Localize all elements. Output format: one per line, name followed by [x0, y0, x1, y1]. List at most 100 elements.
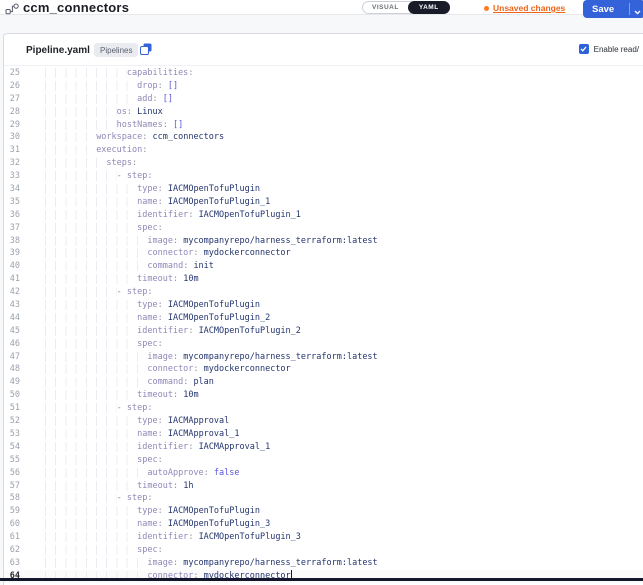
code-line-53[interactable]: 53 name: IACMApproval_1: [4, 428, 643, 441]
toggle-yaml[interactable]: YAML: [408, 1, 450, 14]
line-number: 56: [4, 467, 20, 480]
code-line-32[interactable]: 32 steps:: [4, 157, 643, 170]
line-number: 54: [4, 441, 20, 454]
chevron-down-icon[interactable]: [634, 7, 641, 18]
line-number: 49: [4, 376, 20, 389]
code-line-64[interactable]: 64 connector: mydockerconnector: [4, 570, 643, 583]
code-line-42[interactable]: 42 - step:: [4, 286, 643, 299]
line-number: 33: [4, 170, 20, 183]
line-number: 61: [4, 531, 20, 544]
code-line-51[interactable]: 51 - step:: [4, 402, 643, 415]
line-number: 44: [4, 312, 20, 325]
line-number: 53: [4, 428, 20, 441]
code-line-57[interactable]: 57 timeout: 1h: [4, 480, 643, 493]
code-line-44[interactable]: 44 name: IACMOpenTofuPlugin_2: [4, 312, 643, 325]
line-number: 37: [4, 222, 20, 235]
line-number: 26: [4, 80, 20, 93]
code-line-39[interactable]: 39 connector: mydockerconnector: [4, 247, 643, 260]
code-line-29[interactable]: 29 hostNames: []: [4, 119, 643, 132]
code-line-62[interactable]: 62 spec:: [4, 544, 643, 557]
code-line-26[interactable]: 26 drop: []: [4, 80, 643, 93]
enable-readwrite-label: Enable read/: [594, 45, 639, 54]
code-line-27[interactable]: 27 add: []: [4, 93, 643, 106]
code-line-59[interactable]: 59 type: IACMOpenTofuPlugin: [4, 505, 643, 518]
line-number: 41: [4, 273, 20, 286]
line-number: 27: [4, 93, 20, 106]
line-number: 38: [4, 235, 20, 248]
code-line-28[interactable]: 28 os: Linux: [4, 106, 643, 119]
file-name: Pipeline.yaml: [26, 45, 90, 56]
line-number: 47: [4, 351, 20, 364]
code-line-33[interactable]: 33 - step:: [4, 170, 643, 183]
yaml-editor-card: Pipeline.yaml Pipelines Enable read/ 25: [3, 33, 643, 585]
line-number: 43: [4, 299, 20, 312]
code-line-56[interactable]: 56 autoApprove: false: [4, 467, 643, 480]
enable-readwrite-control: Enable read/: [579, 44, 639, 54]
line-number: 29: [4, 119, 20, 132]
unsaved-changes-label[interactable]: Unsaved changes: [493, 3, 565, 13]
save-button[interactable]: Save: [583, 0, 643, 18]
line-number: 58: [4, 492, 20, 505]
code-line-35[interactable]: 35 name: IACMOpenTofuPlugin_1: [4, 196, 643, 209]
line-number: 30: [4, 131, 20, 144]
copy-button[interactable]: [140, 43, 152, 58]
code-line-43[interactable]: 43 type: IACMOpenTofuPlugin: [4, 299, 643, 312]
code-line-46[interactable]: 46 spec:: [4, 338, 643, 351]
unsaved-changes-link[interactable]: Unsaved changes: [484, 3, 565, 13]
visual-yaml-toggle[interactable]: VISUAL YAML: [362, 1, 450, 14]
line-number: 32: [4, 157, 20, 170]
line-number: 64: [4, 570, 20, 583]
code-line-38[interactable]: 38 image: mycompanyrepo/harness_terrafor…: [4, 235, 643, 248]
enable-readwrite-checkbox[interactable]: [579, 44, 589, 54]
line-number: 40: [4, 260, 20, 273]
code-line-41[interactable]: 41 timeout: 10m: [4, 273, 643, 286]
line-number: 60: [4, 518, 20, 531]
code-line-48[interactable]: 48 connector: mydockerconnector: [4, 363, 643, 376]
orange-dot-icon: [484, 6, 489, 11]
save-button-divider: [629, 3, 630, 15]
code-line-31[interactable]: 31 execution:: [4, 144, 643, 157]
code-line-61[interactable]: 61 identifier: IACMOpenTofuPlugin_3: [4, 531, 643, 544]
code-line-58[interactable]: 58 - step:: [4, 492, 643, 505]
page-title: ccm_connectors: [23, 0, 129, 15]
toggle-visual[interactable]: VISUAL: [363, 4, 408, 11]
save-button-label[interactable]: Save: [583, 4, 614, 15]
code-line-55[interactable]: 55 spec:: [4, 454, 643, 467]
line-number: 42: [4, 286, 20, 299]
line-number: 48: [4, 363, 20, 376]
line-number: 45: [4, 325, 20, 338]
editor-header: Pipeline.yaml Pipelines Enable read/: [4, 34, 643, 66]
code-line-52[interactable]: 52 type: IACMApproval: [4, 415, 643, 428]
line-number: 55: [4, 454, 20, 467]
code-line-50[interactable]: 50 timeout: 10m: [4, 389, 643, 402]
code-line-30[interactable]: 30 workspace: ccm_connectors: [4, 131, 643, 144]
line-number: 50: [4, 389, 20, 402]
code-line-45[interactable]: 45 identifier: IACMOpenTofuPlugin_2: [4, 325, 643, 338]
code-line-37[interactable]: 37 spec:: [4, 222, 643, 235]
check-icon: [580, 46, 587, 52]
top-bar: ccm_connectors VISUAL YAML Unsaved chang…: [0, 0, 643, 15]
line-number: 46: [4, 338, 20, 351]
code-line-63[interactable]: 63 image: mycompanyrepo/harness_terrafor…: [4, 557, 643, 570]
code-line-36[interactable]: 36 identifier: IACMOpenTofuPlugin_1: [4, 209, 643, 222]
line-number: 35: [4, 196, 20, 209]
line-number: 51: [4, 402, 20, 415]
app-window: ccm_connectors VISUAL YAML Unsaved chang…: [0, 0, 643, 585]
line-number: 39: [4, 247, 20, 260]
line-number: 62: [4, 544, 20, 557]
line-number: 36: [4, 209, 20, 222]
code-line-60[interactable]: 60 name: IACMOpenTofuPlugin_3: [4, 518, 643, 531]
yaml-editor[interactable]: 25 capabilities:26 drop: []27 add: []28 …: [4, 67, 643, 585]
line-number: 52: [4, 415, 20, 428]
window-bottom-edge: [0, 578, 643, 581]
code-line-40[interactable]: 40 command: init: [4, 260, 643, 273]
line-number: 34: [4, 183, 20, 196]
code-line-47[interactable]: 47 image: mycompanyrepo/harness_terrafor…: [4, 351, 643, 364]
code-line-25[interactable]: 25 capabilities:: [4, 67, 643, 80]
code-line-54[interactable]: 54 identifier: IACMApproval_1: [4, 441, 643, 454]
line-number: 63: [4, 557, 20, 570]
code-line-34[interactable]: 34 type: IACMOpenTofuPlugin: [4, 183, 643, 196]
line-number: 28: [4, 106, 20, 119]
code-line-49[interactable]: 49 command: plan: [4, 376, 643, 389]
entity-type-badge: Pipelines: [94, 43, 138, 57]
